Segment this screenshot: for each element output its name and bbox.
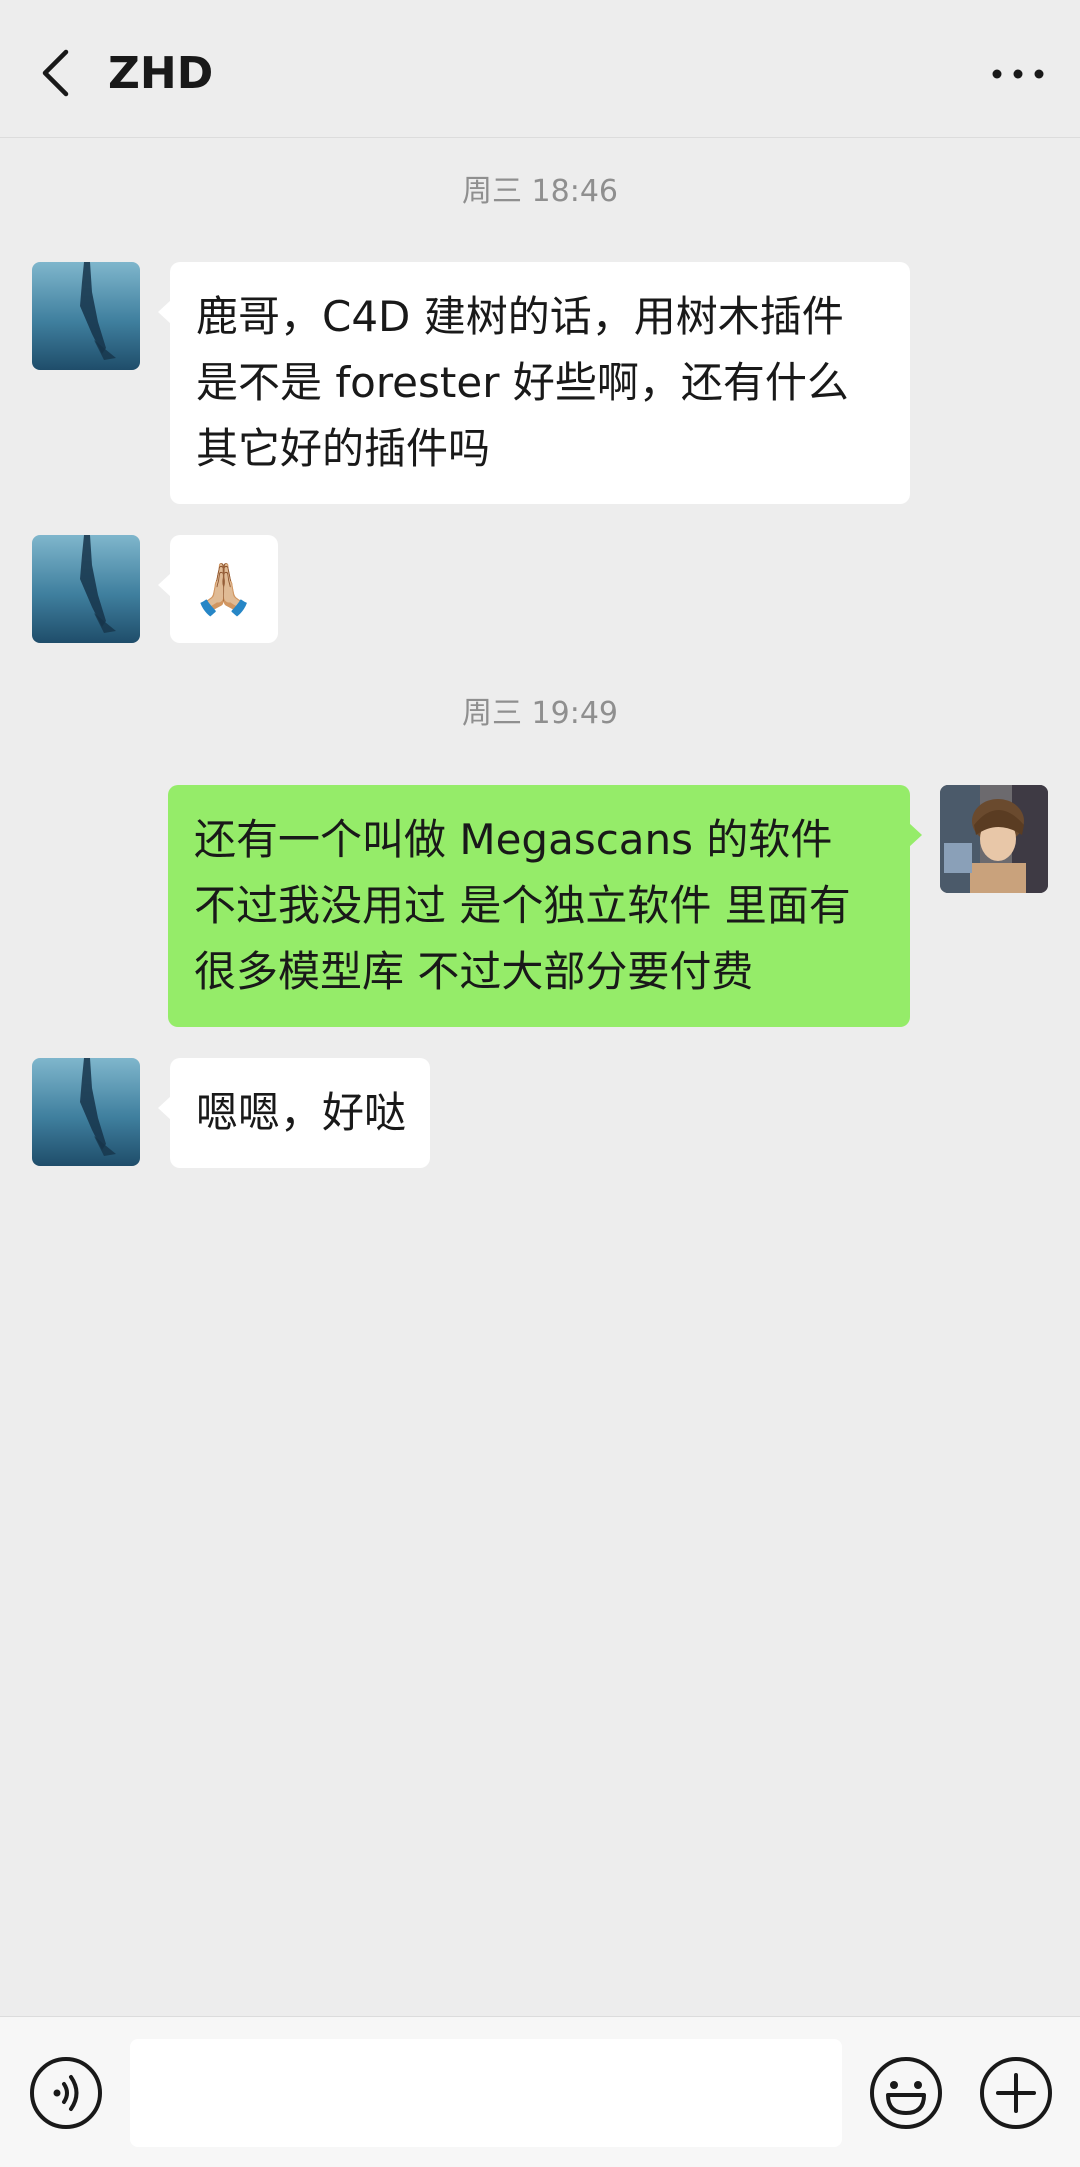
emoji-button[interactable]	[868, 2055, 944, 2131]
voice-icon	[30, 2057, 102, 2129]
plus-icon	[980, 2057, 1052, 2129]
message-bubble-outgoing[interactable]: 还有一个叫做 Megascans 的软件 不过我没用过 是个独立软件 里面有 很…	[168, 785, 922, 1027]
message-text: 是不是 forester 好些啊，还有什么	[196, 358, 849, 407]
chevron-left-icon	[42, 49, 69, 97]
more-button[interactable]	[986, 46, 1050, 102]
chat-header: ZHD	[0, 0, 1080, 138]
message-bubble-incoming[interactable]: 鹿哥，C4D 建树的话，用树木插件 是不是 forester 好些啊，还有什么 …	[158, 262, 910, 504]
voice-button[interactable]	[28, 2055, 104, 2131]
message-bubble-incoming[interactable]: 嗯嗯，好哒	[157, 1058, 431, 1168]
timestamp: 周三 19:49	[462, 696, 618, 731]
message-text: 很多模型库 不过大部分要付费	[194, 947, 754, 996]
message-text: 其它好的插件吗	[196, 424, 491, 473]
contact-avatar[interactable]	[32, 262, 140, 370]
timestamp: 周三 18:46	[462, 174, 618, 209]
message-text: 不过我没用过 是个独立软件 里面有	[194, 881, 851, 930]
message-text: 还有一个叫做 Megascans 的软件	[194, 815, 833, 864]
message-text: 嗯嗯，好哒	[196, 1088, 407, 1137]
emoji-message: 🙏🏼	[192, 560, 256, 618]
back-button[interactable]	[30, 40, 80, 106]
contact-avatar[interactable]	[32, 1058, 140, 1166]
emoji-icon	[870, 2057, 942, 2129]
my-avatar[interactable]	[940, 785, 1048, 893]
message-text: 鹿哥，C4D 建树的话，用树木插件	[196, 292, 844, 341]
contact-avatar[interactable]	[32, 535, 140, 643]
chat-title: ZHD	[108, 48, 214, 99]
more-functions-button[interactable]	[978, 2055, 1054, 2131]
message-bubble-incoming[interactable]: 🙏🏼	[158, 535, 278, 643]
more-dots-icon	[992, 69, 1044, 79]
input-bar	[0, 2016, 1080, 2167]
message-input[interactable]	[130, 2039, 842, 2147]
